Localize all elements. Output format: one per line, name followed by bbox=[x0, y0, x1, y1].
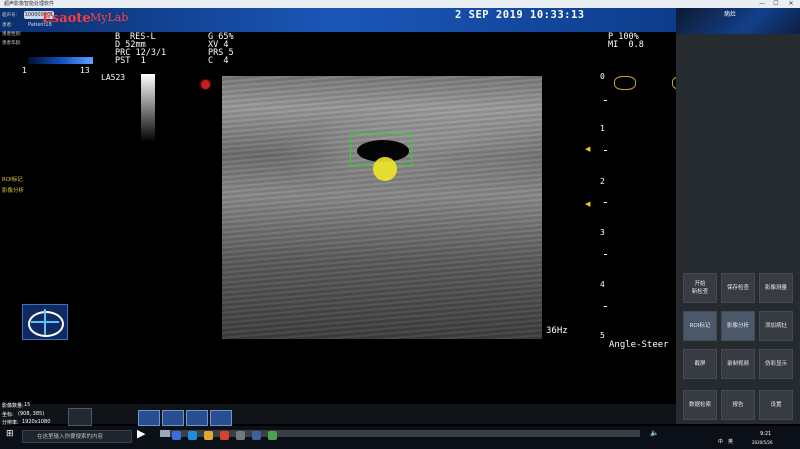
logo-product: MyLab bbox=[90, 11, 129, 24]
resolution-label: 分辨率: bbox=[2, 420, 19, 426]
panel-button[interactable]: 保存检查 bbox=[721, 273, 755, 303]
clock-time[interactable]: 9:21 bbox=[760, 431, 771, 437]
patient-name: Patient18 bbox=[28, 22, 52, 28]
depth-label: 3 bbox=[600, 228, 605, 237]
panel-button[interactable]: 开始 新检查 bbox=[683, 273, 717, 303]
resolution-value: 1920x1080 bbox=[22, 419, 51, 425]
text-icon[interactable] bbox=[210, 410, 232, 426]
gallery-icon[interactable] bbox=[138, 410, 160, 426]
stack-icon[interactable] bbox=[162, 410, 184, 426]
panel-button[interactable]: 设置 bbox=[759, 390, 793, 420]
panel-button[interactable]: 添加病灶 bbox=[759, 311, 793, 341]
minimize-button[interactable]: — bbox=[756, 0, 768, 8]
param-pst: PST 1 bbox=[115, 56, 146, 66]
patient-sex-label: 患者性别: bbox=[2, 32, 22, 37]
body-marker-icon bbox=[22, 304, 68, 340]
ime-indicator[interactable]: 中 bbox=[718, 438, 723, 445]
param-c: C 4 bbox=[208, 56, 229, 66]
app-icon[interactable] bbox=[268, 431, 277, 440]
case-button[interactable]: 病灶 bbox=[710, 10, 750, 20]
volume-icon[interactable]: 🔈 bbox=[650, 429, 659, 437]
param-mi: MI 0.8 bbox=[608, 40, 644, 50]
clock-date[interactable]: 2020/5/26 bbox=[752, 440, 773, 445]
panel-button[interactable]: 影像分析 bbox=[721, 311, 755, 341]
scale-left-value: 1 bbox=[22, 66, 27, 75]
image-count-label: 影像数量: bbox=[2, 403, 24, 409]
panel-button[interactable]: 伪彩显示 bbox=[759, 349, 793, 379]
focus-marker-icon: ◀ bbox=[585, 200, 591, 208]
coord-value: (908, 385) bbox=[18, 411, 45, 417]
patient-age-label: 患者年龄: bbox=[2, 41, 22, 46]
app-icon[interactable] bbox=[252, 431, 261, 440]
probe-orientation-icon bbox=[200, 79, 211, 90]
panel-button[interactable]: 录制视频 bbox=[721, 349, 755, 379]
focus-marker-icon: ◀ bbox=[585, 145, 591, 153]
locale-indicator[interactable]: 英 bbox=[728, 438, 733, 445]
probe-icon[interactable] bbox=[68, 408, 92, 426]
panel-button[interactable]: ROI标记 bbox=[683, 311, 717, 341]
transfer-icon[interactable] bbox=[186, 410, 208, 426]
window-title: 超声影像智能处理软件 bbox=[4, 1, 55, 7]
app-icon[interactable] bbox=[236, 431, 245, 440]
color-scale-bar bbox=[28, 57, 93, 64]
image-count: 15 bbox=[24, 402, 31, 408]
depth-label: 5 bbox=[600, 331, 605, 340]
coord-label: 坐标: bbox=[2, 412, 14, 418]
play-icon[interactable]: ▶ bbox=[137, 427, 145, 440]
preset-breast-icon[interactable] bbox=[614, 76, 636, 90]
edge-icon[interactable] bbox=[188, 431, 197, 440]
probe-name: LA523 bbox=[101, 73, 126, 82]
panel-button[interactable]: 影像测量 bbox=[759, 273, 793, 303]
patient-id-label: 超声号: bbox=[2, 13, 18, 18]
side-label-roi: ROI标记 bbox=[2, 177, 23, 183]
exam-datetime: 2 SEP 2019 10:33:13 bbox=[455, 9, 585, 21]
side-label-analysis: 影像分析 bbox=[2, 188, 25, 194]
taskview-icon[interactable] bbox=[172, 431, 181, 440]
scale-right-value: 13 bbox=[80, 66, 90, 75]
app-icon[interactable] bbox=[220, 431, 229, 440]
depth-label: 1 bbox=[600, 124, 605, 133]
panel-button[interactable]: 截屏 bbox=[683, 349, 717, 379]
depth-label: 2 bbox=[600, 177, 605, 186]
status-bar bbox=[0, 404, 676, 424]
grayscale-bar bbox=[141, 74, 155, 142]
patient-name-label: 患者: bbox=[2, 23, 13, 28]
panel-button[interactable]: 报告 bbox=[721, 390, 755, 420]
close-button[interactable]: ✕ bbox=[785, 0, 797, 8]
start-icon[interactable]: ⊞ bbox=[6, 429, 14, 439]
depth-label: 0 bbox=[600, 72, 605, 81]
maximize-button[interactable]: ☐ bbox=[770, 0, 782, 8]
panel-button[interactable]: 数据检索 bbox=[683, 390, 717, 420]
depth-scale: 0 1 2 3 4 5 bbox=[598, 72, 612, 342]
angle-steer-label: Angle-Steer bbox=[609, 340, 669, 350]
taskbar-search-input[interactable]: 在这里输入你要搜索的内容 bbox=[22, 430, 132, 443]
window-titlebar: 超声影像智能处理软件 — ☐ ✕ bbox=[0, 0, 800, 8]
ultrasound-image[interactable] bbox=[222, 76, 542, 339]
video-seekbar[interactable] bbox=[160, 430, 640, 437]
cursor-marker[interactable] bbox=[373, 157, 397, 181]
depth-label: 4 bbox=[600, 280, 605, 289]
explorer-icon[interactable] bbox=[204, 431, 213, 440]
frequency-readout: 36Hz bbox=[546, 326, 568, 336]
